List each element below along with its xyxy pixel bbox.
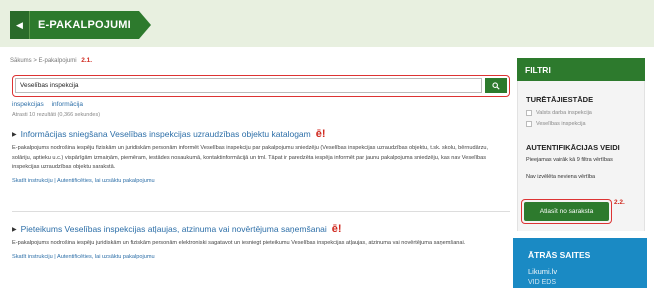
page-title: E-PAKALPOJUMI [30,11,139,39]
search-tags: inspekcijas informācija [12,101,89,108]
apply-highlight: Atlasīt no saraksta [521,199,612,224]
search-icon [492,81,500,90]
filter-option[interactable]: Veselības inspekcija [526,121,586,127]
search-input[interactable] [15,78,482,93]
crumb-arrow-tip [138,11,151,39]
caret-right-icon: ▶ [12,131,17,138]
filter-empty-note: Nav izvēlēta neviena vērtība [526,174,596,180]
filter-section-title: AUTENTIFIKĀCIJAS VEIDI [526,143,620,152]
result-item: ▶ Informācijas sniegšana Veselības inspe… [12,128,508,184]
quick-link[interactable]: Likumi.lv [528,267,647,276]
filter-section-title: TURĒTĀJIESTĀDE [526,95,594,104]
result-title-text[interactable]: Pieteikums Veselības inspekcijas atļauja… [21,224,327,234]
filters-header: FILTRI [517,58,645,81]
checkbox[interactable] [526,121,532,127]
result-title-text[interactable]: Informācijas sniegšana Veselības inspekc… [21,129,311,139]
tag-link[interactable]: informācija [52,101,83,108]
caret-right-icon: ▶ [12,226,17,233]
result-description: E-pakalpojums nodrošina iespēju juridisk… [12,240,466,246]
search-bar [12,75,510,97]
checkbox[interactable] [526,110,532,116]
result-divider [12,211,510,212]
e-service-icon: ē! [331,223,342,235]
result-links[interactable]: Skatīt instrukciju | Autentificēties, la… [12,178,508,184]
breadcrumb-text[interactable]: Sākums > E-pakalpojumi [10,58,77,64]
quick-links-panel: ĀTRĀS SAITES Likumi.lv VID EDS [513,238,647,288]
quick-links-title: ĀTRĀS SAITES [528,250,591,260]
page-banner: ◀ E-PAKALPOJUMI [0,0,654,47]
result-title[interactable]: ▶ Pieteikums Veselības inspekcijas atļau… [12,223,508,235]
filter-option[interactable]: Valsts darba inspekcija [526,110,592,116]
e-service-icon: ē! [315,128,326,140]
chevron-left-icon: ◀ [16,19,23,30]
filter-note: Pieejamas vairāk kā 9 filtra vērtības [526,157,613,163]
annotation-marker: 2.2. [614,199,625,206]
result-title[interactable]: ▶ Informācijas sniegšana Veselības inspe… [12,128,508,140]
results-count: Atrasti 10 rezultāti (0,366 sekundes) [12,112,101,118]
search-button[interactable] [485,78,507,93]
annotation-marker: 2.1. [81,57,93,64]
tag-link[interactable]: inspekcijas [12,101,44,108]
section-crumb: ◀ E-PAKALPOJUMI [10,11,151,39]
back-button[interactable]: ◀ [10,11,30,39]
result-description: E-pakalpojums nodrošina iespēju fiziskām… [12,145,489,170]
main-content: Sākums > E-pakalpojumi 2.1. inspekcijas … [10,55,510,260]
filter-option-label: Veselības inspekcija [536,121,586,127]
result-links[interactable]: Skatīt instrukciju | Autentificēties, la… [12,254,508,260]
select-from-list-button[interactable]: Atlasīt no saraksta [524,202,609,221]
result-item: ▶ Pieteikums Veselības inspekcijas atļau… [12,223,508,260]
quick-link[interactable]: VID EDS [528,279,647,286]
breadcrumb: Sākums > E-pakalpojumi 2.1. [10,57,508,64]
filter-option-label: Valsts darba inspekcija [536,110,592,116]
